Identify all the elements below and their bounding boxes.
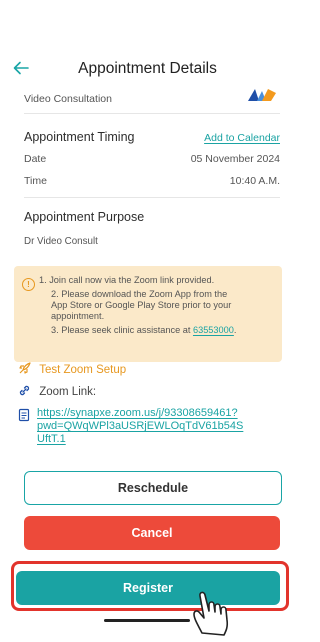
info-icon: ! bbox=[22, 278, 35, 291]
consultation-type: Video Consultation bbox=[24, 93, 112, 105]
notice-line-2a: 2. Please download the Zoom App from the bbox=[51, 289, 228, 299]
notice-line-3-suffix: . bbox=[233, 325, 237, 335]
purpose-value: Dr Video Consult bbox=[24, 236, 98, 247]
date-value: 05 November 2024 bbox=[190, 153, 280, 165]
zoom-link-line-2: pwd=QWqWPl3aUSRjEWLOqTdV61b54S bbox=[37, 420, 244, 432]
zoom-link-label: Zoom Link: bbox=[39, 386, 97, 399]
test-zoom-setup-label: Test Zoom Setup bbox=[39, 364, 127, 377]
notice-line-2b: App Store or Google Play Store prior to … bbox=[51, 300, 232, 310]
page-title: Appointment Details bbox=[78, 60, 217, 77]
clinic-logo-icon bbox=[246, 87, 276, 103]
time-value: 10:40 A.M. bbox=[229, 175, 280, 187]
notice-line-2c: appointment. bbox=[51, 311, 105, 321]
clinic-phone-link[interactable]: 63553000 bbox=[193, 325, 234, 335]
document-icon bbox=[18, 408, 32, 422]
divider bbox=[24, 113, 280, 114]
notice-line-3: 3. Please seek clinic assistance at 6355… bbox=[51, 325, 236, 336]
notice-line-3-text: 3. Please seek clinic assistance at bbox=[51, 325, 193, 335]
zoom-link-line-1: https://synapxe.zoom.us/j/93308659461? bbox=[37, 407, 238, 419]
appointment-timing-title: Appointment Timing bbox=[24, 130, 135, 144]
reschedule-button[interactable]: Reschedule bbox=[24, 471, 282, 505]
divider bbox=[24, 197, 280, 198]
cancel-button[interactable]: Cancel bbox=[24, 516, 280, 550]
rocket-icon bbox=[18, 362, 32, 378]
notice-box: ! 1. Join call now via the Zoom link pro… bbox=[14, 266, 282, 362]
zoom-link-line-3: UftT.1 bbox=[37, 433, 66, 445]
home-indicator bbox=[104, 619, 190, 622]
zoom-link-label-row: Zoom Link: bbox=[18, 384, 96, 400]
appointment-details: Video Consultation Appointment Timing Ad… bbox=[0, 87, 295, 636]
add-to-calendar-link[interactable]: Add to Calendar bbox=[204, 132, 280, 144]
app-header: Appointment Details bbox=[0, 55, 295, 87]
test-zoom-setup-link[interactable]: Test Zoom Setup bbox=[18, 362, 126, 378]
link-icon bbox=[18, 384, 32, 400]
zoom-link[interactable]: https://synapxe.zoom.us/j/93308659461? p… bbox=[37, 407, 285, 446]
notice-line-1: 1. Join call now via the Zoom link provi… bbox=[39, 275, 215, 285]
appointment-purpose-title: Appointment Purpose bbox=[24, 210, 145, 224]
pointing-hand-icon bbox=[188, 583, 254, 637]
status-bar-area bbox=[0, 0, 295, 55]
